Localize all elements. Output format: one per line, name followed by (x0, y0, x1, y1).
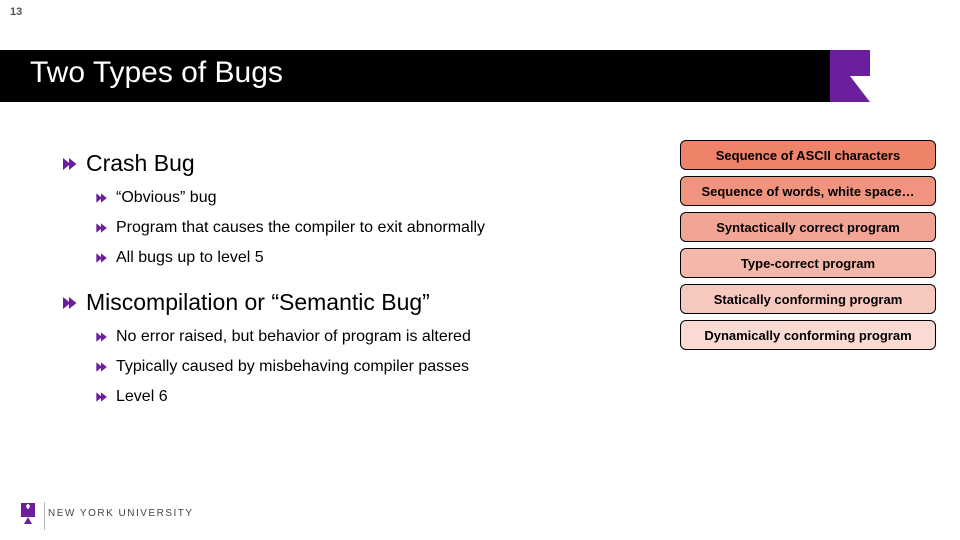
bullet-item: Level 6 (94, 388, 620, 406)
bullet-item: All bugs up to level 5 (94, 249, 620, 267)
chevron-small-icon (94, 360, 108, 374)
bullet-item: “Obvious” bug (94, 189, 620, 207)
bullet-item: Program that causes the compiler to exit… (94, 219, 620, 237)
bullet-text: All bugs up to level 5 (116, 249, 264, 267)
bullet-item: No error raised, but behavior of program… (94, 328, 620, 346)
footer: NEW YORK UNIVERSITY (18, 500, 194, 526)
bullet-text: “Obvious” bug (116, 189, 217, 207)
level-pill: Syntactically correct program (680, 212, 936, 242)
section-heading: Miscompilation or “Semantic Bug” (60, 289, 620, 316)
bullet-text: Program that causes the compiler to exit… (116, 219, 485, 237)
page-number: 13 (10, 6, 22, 18)
heading-text: Crash Bug (86, 150, 195, 177)
level-pill: Dynamically conforming program (680, 320, 936, 350)
chevron-small-icon (94, 330, 108, 344)
nyu-torch-icon (18, 500, 38, 526)
bullet-text: Level 6 (116, 388, 168, 406)
title-bar: Two Types of Bugs (0, 50, 960, 102)
level-pill: Type-correct program (680, 248, 936, 278)
level-pill: Sequence of ASCII characters (680, 140, 936, 170)
level-pill: Statically conforming program (680, 284, 936, 314)
bullet-item: Typically caused by misbehaving compiler… (94, 358, 620, 376)
levels-sidebar: Sequence of ASCII characters Sequence of… (680, 140, 936, 356)
bullet-text: No error raised, but behavior of program… (116, 328, 471, 346)
university-name: NEW YORK UNIVERSITY (48, 508, 194, 519)
slide: 13 Two Types of Bugs Crash Bug “Obvious”… (0, 0, 960, 540)
section-heading: Crash Bug (60, 150, 620, 177)
chevron-icon (60, 155, 78, 173)
level-pill: Sequence of words, white space… (680, 176, 936, 206)
slide-title: Two Types of Bugs (30, 56, 283, 90)
chevron-small-icon (94, 191, 108, 205)
chevron-small-icon (94, 390, 108, 404)
chevron-icon (60, 294, 78, 312)
bullet-text: Typically caused by misbehaving compiler… (116, 358, 469, 376)
heading-text: Miscompilation or “Semantic Bug” (86, 289, 430, 316)
chevron-small-icon (94, 221, 108, 235)
content-area: Crash Bug “Obvious” bug Program that cau… (60, 150, 620, 418)
chevron-small-icon (94, 251, 108, 265)
